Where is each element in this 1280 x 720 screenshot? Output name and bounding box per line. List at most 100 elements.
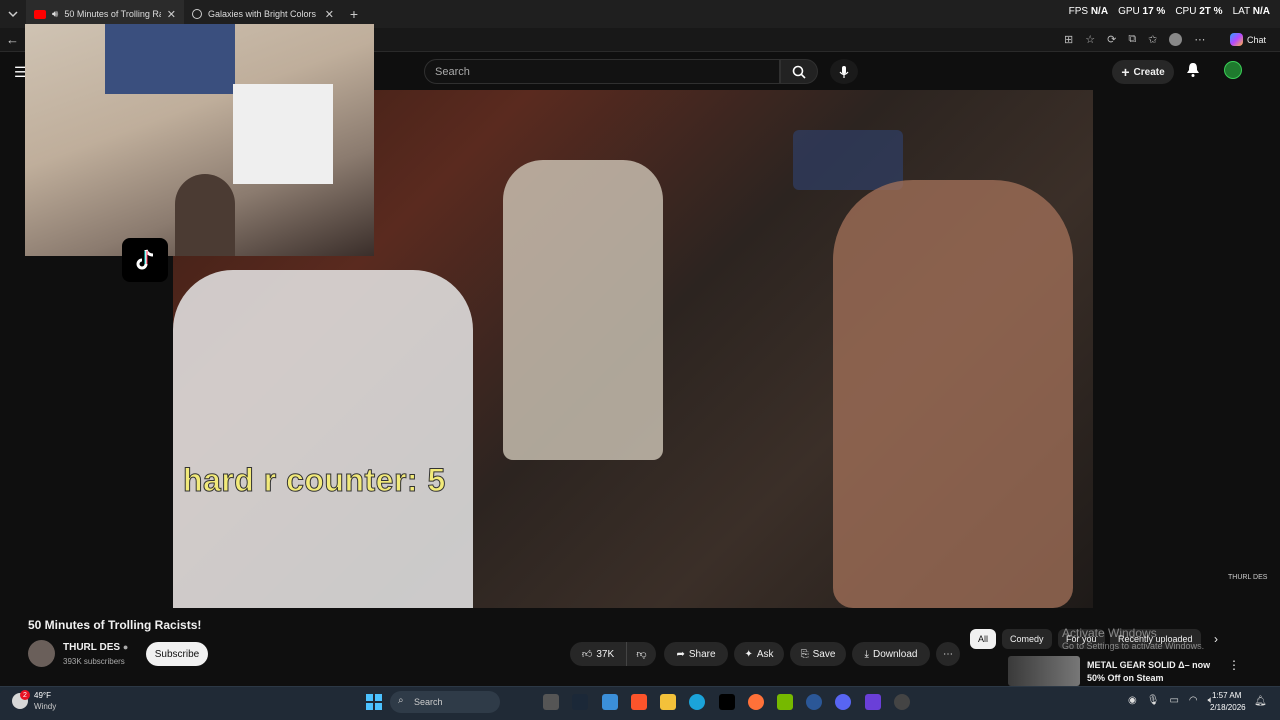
system-tray: ◉ 🎙︎ ▭ ◠ 🔈︎ — [1128, 695, 1214, 706]
chevron-down-icon — [8, 11, 18, 18]
weather-desc: Windy — [34, 702, 57, 711]
share-label: Share — [688, 648, 716, 660]
download-label: Download — [872, 648, 918, 660]
screen: 🔊︎ 50 Minutes of Trolling Racists ✕ Gala… — [0, 0, 1280, 720]
activate-windows-title: Activate Windows — [1062, 626, 1157, 640]
file-explorer-icon[interactable] — [660, 694, 676, 710]
chip-all[interactable]: All — [970, 629, 997, 649]
edge-icon[interactable] — [689, 694, 705, 710]
man-in-cowboy-hat — [503, 160, 663, 460]
more-actions-button[interactable]: ⋯ — [936, 642, 960, 666]
search-input[interactable]: Search — [424, 59, 780, 84]
channel-name[interactable]: THURL DES ● — [63, 642, 128, 653]
firefox-icon[interactable] — [748, 694, 764, 710]
weather-badge: 2 — [20, 690, 30, 700]
bookmark-icon: ⎘ — [800, 648, 809, 660]
more-horizontal-icon: ⋯ — [943, 648, 953, 660]
new-tab-button[interactable]: + — [342, 6, 366, 22]
bar-sign — [793, 130, 903, 190]
brave-icon[interactable] — [631, 694, 647, 710]
globe-icon — [192, 9, 202, 19]
microphone-icon — [839, 65, 849, 78]
taskbar-search[interactable]: ⌕ Search — [390, 691, 500, 713]
search-button[interactable] — [780, 59, 818, 84]
tiktok-logo-icon — [122, 238, 168, 282]
video-title: 50 Minutes of Trolling Racists! — [28, 618, 202, 632]
video-watermark: THURL DES — [1228, 574, 1268, 581]
man-in-white-shirt — [173, 270, 473, 608]
notepad-icon[interactable] — [602, 694, 618, 710]
tray-app-icon[interactable]: ◉ — [1128, 695, 1137, 706]
wifi-icon[interactable]: ◠ — [1189, 695, 1198, 706]
taskbar-time[interactable]: 1:57 AM — [1212, 691, 1241, 700]
download-button[interactable]: ⤓ Download — [852, 642, 930, 666]
create-button[interactable]: + Create — [1112, 60, 1174, 84]
recommendation-thumbnail[interactable] — [1008, 656, 1080, 686]
ask-button[interactable]: ✦ Ask — [734, 642, 784, 666]
voice-search-button[interactable] — [830, 59, 858, 84]
notifications-bell-icon[interactable] — [1186, 62, 1200, 78]
streamer — [175, 174, 235, 256]
fps-stat: FPS N/A — [1068, 6, 1109, 17]
notification-bell-icon[interactable]: 🔔︎ — [1254, 696, 1267, 707]
verified-icon: ● — [122, 642, 129, 652]
app-grid-icon[interactable] — [865, 694, 881, 710]
chevron-right-icon[interactable]: › — [1214, 632, 1218, 646]
app-icon[interactable] — [894, 694, 910, 710]
copilot-icon — [1230, 33, 1243, 46]
extensions-icon[interactable]: ⧉ — [1128, 33, 1136, 46]
back-arrow-icon[interactable]: ← — [6, 32, 19, 47]
ask-label: Ask — [756, 648, 774, 660]
refresh-icon[interactable]: ⟳ — [1107, 33, 1116, 46]
close-icon[interactable]: ✕ — [167, 8, 176, 21]
latency-stat: LAT N/A — [1232, 6, 1270, 17]
like-count: 37K — [596, 648, 615, 660]
discord-icon[interactable] — [835, 694, 851, 710]
recommendation-title[interactable]: METAL GEAR SOLID Δ– now 50% Off on Steam — [1087, 659, 1217, 685]
subscribe-button[interactable]: Subscribe — [146, 642, 208, 666]
account-avatar[interactable] — [1224, 61, 1242, 79]
toolbar-icons: ⊞ ☆ ⟳ ⧉ ✩ ⋯ — [1064, 33, 1205, 46]
task-view-icon[interactable] — [543, 694, 559, 710]
more-vertical-icon[interactable]: ⋮ — [1228, 658, 1240, 672]
tab-label: Galaxies with Bright Colors — [208, 9, 317, 19]
dislike-button[interactable]: 👎︎ — [626, 642, 656, 666]
favorites-icon[interactable]: ✩ — [1148, 33, 1157, 46]
save-button[interactable]: ⎘ Save — [790, 642, 846, 666]
chat-label: Chat — [1247, 34, 1267, 45]
like-button[interactable]: 👍︎ 37K — [570, 642, 626, 666]
close-icon[interactable]: ✕ — [325, 8, 334, 21]
taskbar-search-label: Search — [414, 697, 443, 707]
channel-avatar[interactable] — [28, 640, 55, 667]
plus-icon: + — [1121, 64, 1130, 80]
gpu-stat: GPU 17 % — [1118, 6, 1166, 17]
tiktok-app-icon[interactable] — [719, 694, 735, 710]
microphone-icon[interactable]: 🎙︎ — [1147, 695, 1160, 706]
start-menu-icon[interactable] — [366, 694, 382, 710]
webcam-overlay — [25, 24, 374, 256]
download-icon: ⤓ — [864, 648, 869, 660]
app-available-icon[interactable]: ⊞ — [1064, 33, 1073, 46]
profile-avatar[interactable] — [1169, 33, 1183, 46]
obs-icon[interactable] — [806, 694, 822, 710]
woman-with-bandana — [833, 180, 1073, 608]
copilot-chat-button[interactable]: Chat — [1230, 33, 1266, 46]
steam-icon[interactable] — [572, 694, 588, 710]
share-arrow-icon: ➦ — [676, 648, 685, 660]
chip-comedy[interactable]: Comedy — [1002, 629, 1052, 649]
more-options-icon[interactable]: ⋯ — [1194, 33, 1205, 46]
save-label: Save — [812, 648, 836, 660]
favorite-star-icon[interactable]: ☆ — [1085, 33, 1095, 46]
share-button[interactable]: ➦ Share — [664, 642, 728, 666]
tab-list-button[interactable] — [0, 0, 26, 28]
performance-overlay: FPS N/A GPU 17 % CPU 2T % LAT N/A — [1069, 6, 1270, 17]
activate-windows-subtitle: Go to Settings to activate Windows. — [1062, 641, 1205, 651]
network-icon[interactable]: ▭ — [1169, 695, 1178, 706]
thumbs-down-icon: 👎︎ — [636, 649, 647, 660]
nvidia-icon[interactable] — [777, 694, 793, 710]
weather-temp: 49°F — [34, 691, 51, 700]
video-caption-overlay: hard r counter: 5 — [183, 462, 446, 499]
speaker-icon[interactable]: 🔊︎ — [52, 9, 58, 20]
taskbar-date[interactable]: 2/18/2026 — [1210, 703, 1246, 712]
create-label: Create — [1133, 66, 1165, 78]
